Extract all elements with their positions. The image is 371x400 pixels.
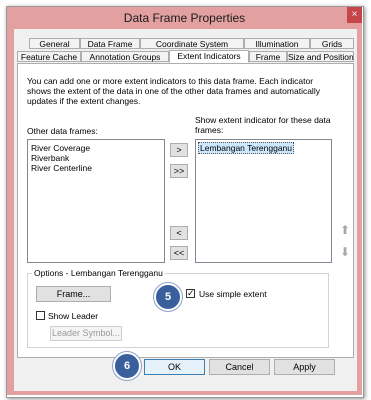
use-simple-extent-label: Use simple extent xyxy=(199,289,267,299)
show-leader-label: Show Leader xyxy=(48,311,99,321)
tab-illumination[interactable]: Illumination xyxy=(244,38,310,49)
remove-one-button[interactable]: < xyxy=(170,226,188,240)
window-border-left xyxy=(7,29,14,395)
show-extent-label-2: frames: xyxy=(195,125,224,135)
close-icon[interactable]: × xyxy=(347,7,362,23)
tab-feature-cache[interactable]: Feature Cache xyxy=(17,51,81,62)
tab-general[interactable]: General xyxy=(29,38,80,49)
list-item[interactable]: Riverbank xyxy=(31,153,69,163)
callout-6: 6 xyxy=(113,352,141,380)
other-frames-list[interactable]: River Coverage Riverbank River Centerlin… xyxy=(27,139,165,263)
list-item[interactable]: River Coverage xyxy=(31,143,90,153)
callout-5: 5 xyxy=(154,283,182,311)
tab-grids[interactable]: Grids xyxy=(310,38,354,49)
tab-annotation-groups[interactable]: Annotation Groups xyxy=(81,51,169,62)
remove-all-button[interactable]: << xyxy=(170,246,188,260)
tab-size-and-position[interactable]: Size and Position xyxy=(287,51,354,62)
window-title: Data Frame Properties xyxy=(123,11,246,25)
options-group-label: Options - Lembangan Terengganu xyxy=(32,268,165,278)
leader-symbol-button[interactable]: Leader Symbol... xyxy=(50,326,122,341)
description-line-1: You can add one or more extent indicator… xyxy=(27,76,314,86)
show-extent-list[interactable]: Lembangan Terengganu xyxy=(195,139,332,263)
tab-extent-indicators[interactable]: Extent Indicators xyxy=(169,50,249,63)
tab-frame[interactable]: Frame xyxy=(249,51,287,62)
apply-button[interactable]: Apply xyxy=(274,359,335,375)
description-line-3: updates if the extent changes. xyxy=(27,96,141,106)
ok-button[interactable]: OK xyxy=(144,359,205,375)
add-all-button[interactable]: >> xyxy=(170,164,188,178)
list-item[interactable]: River Centerline xyxy=(31,163,92,173)
cancel-button[interactable]: Cancel xyxy=(209,359,270,375)
other-frames-label: Other data frames: xyxy=(27,126,98,136)
show-leader-checkbox[interactable] xyxy=(36,311,45,320)
add-one-button[interactable]: > xyxy=(170,143,188,157)
frame-button[interactable]: Frame... xyxy=(36,286,111,302)
tab-data-frame[interactable]: Data Frame xyxy=(80,38,140,49)
show-extent-label-1: Show extent indicator for these data xyxy=(195,115,331,125)
window-border-bottom xyxy=(7,391,362,395)
arrow-down-icon[interactable]: ⬇ xyxy=(338,245,352,259)
use-simple-extent-checkbox[interactable]: ✓ xyxy=(186,289,195,298)
arrow-up-icon[interactable]: ⬆ xyxy=(338,223,352,237)
window-border-right xyxy=(357,29,362,395)
description-line-2: shows the extent of the data in one of t… xyxy=(27,86,320,96)
tab-coordinate-system[interactable]: Coordinate System xyxy=(140,38,244,49)
list-item-selected[interactable]: Lembangan Terengganu xyxy=(198,142,295,154)
